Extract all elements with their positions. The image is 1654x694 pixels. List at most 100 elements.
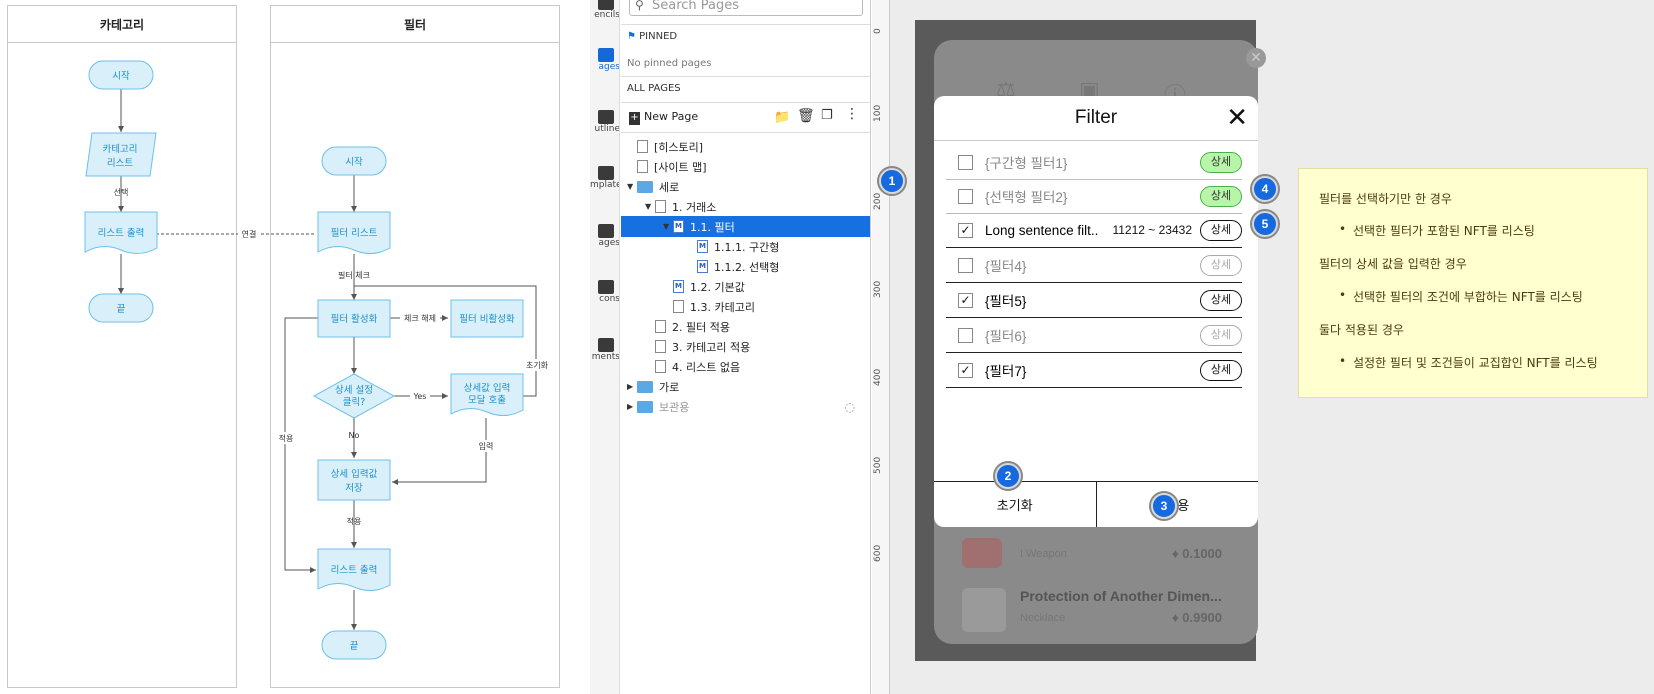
svg-text:연결: 연결: [242, 229, 257, 239]
detail-button[interactable]: 상세: [1200, 151, 1242, 173]
checkbox-unchecked[interactable]: [958, 154, 973, 170]
svg-text:저장: 저장: [345, 483, 363, 494]
filter-row: {필터6} 상세: [946, 318, 1242, 353]
filter-row: {선택형 필터2} 상세: [946, 179, 1242, 214]
expand-down-icon[interactable]: ▼: [645, 202, 655, 211]
node-save: [317, 459, 391, 501]
node-start-left-text: 시작: [112, 71, 130, 82]
svg-text:필터 비활성화: 필터 비활성화: [459, 313, 515, 325]
templates-icon: [598, 166, 614, 180]
search-input[interactable]: Search Pages: [629, 0, 863, 16]
more-icon[interactable]: ⋮: [845, 106, 859, 122]
tree-item[interactable]: ▼ 세로: [621, 176, 870, 197]
filter-label: {구간형 필터1}: [985, 156, 1068, 171]
close-icon[interactable]: ✕: [1226, 102, 1248, 133]
detail-button[interactable]: 상세: [1200, 324, 1242, 346]
tree-item[interactable]: [히스토리]: [621, 136, 870, 157]
svg-text:끝: 끝: [117, 304, 126, 315]
stencils-icon: [598, 0, 614, 10]
checkbox-unchecked[interactable]: [958, 257, 973, 273]
filter-row: {필터4} 상세: [946, 248, 1242, 283]
tree-item[interactable]: M 1.1.2. 선택형: [621, 256, 870, 277]
folder-icon: [637, 180, 653, 193]
all-pages-header: ALL PAGES: [627, 83, 681, 94]
checkbox-unchecked[interactable]: [958, 188, 973, 204]
filter-label: Long sentence filt..: [985, 222, 1099, 238]
expand-down-icon[interactable]: ▼: [627, 182, 637, 191]
tree-item-label: 1. 거래소: [672, 200, 717, 214]
delete-icon[interactable]: 🗑: [797, 108, 815, 124]
svg-text:상세 입력값: 상세 입력값: [331, 468, 378, 480]
svg-text:리스트: 리스트: [107, 158, 133, 169]
detail-button[interactable]: 상세: [1200, 289, 1242, 311]
svg-text:상세 설정: 상세 설정: [335, 385, 373, 396]
master-page-icon: M: [697, 240, 708, 253]
duplicate-icon[interactable]: ❐: [821, 108, 833, 123]
tree-item[interactable]: M 1.1.1. 구간형: [621, 236, 870, 257]
expand-right-icon[interactable]: ▶: [627, 382, 637, 391]
master-page-icon: M: [673, 220, 684, 233]
tree-item-label: 세로: [659, 180, 680, 194]
svg-text:필터 체크: 필터 체크: [338, 270, 370, 280]
filter-label: {필터4}: [985, 259, 1027, 274]
tree-item[interactable]: 3. 카테고리 적용: [621, 336, 870, 357]
hidden-eye-icon[interactable]: ◌: [845, 400, 855, 414]
filter-row: {구간형 필터1} 상세: [946, 145, 1242, 180]
filter-row: ✓ {필터7} 상세: [946, 353, 1242, 388]
tree-item[interactable]: ▶ 보관용 ◌: [621, 396, 870, 417]
reset-button[interactable]: 초기화: [934, 482, 1097, 527]
checkbox-checked[interactable]: ✓: [958, 292, 973, 308]
tool-stencils[interactable]: encils: [590, 0, 619, 20]
tree-item[interactable]: ▼ M 1.1. 필터: [621, 216, 870, 237]
pages-panel: Search Pages ⚲ ⚑ PINNED No pinned pages …: [621, 0, 871, 694]
detail-button[interactable]: 상세: [1200, 219, 1242, 241]
expand-right-icon[interactable]: ▶: [627, 402, 637, 411]
icons-icon: [598, 280, 614, 294]
svg-text:시작: 시작: [345, 157, 363, 168]
tree-item[interactable]: 2. 필터 적용: [621, 316, 870, 337]
checkbox-checked[interactable]: ✓: [958, 222, 973, 238]
pinned-header: ⚑ PINNED: [627, 31, 678, 42]
tree-item[interactable]: 1.3. 카테고리: [621, 296, 870, 317]
tool-images[interactable]: ages: [590, 224, 619, 248]
tree-item-label: 2. 필터 적용: [672, 320, 730, 334]
tool-templates[interactable]: mplates: [590, 166, 619, 190]
item-thumbnail: [962, 588, 1006, 632]
expand-down-icon[interactable]: ▼: [663, 222, 673, 231]
annotation-badge-1: 1: [879, 168, 905, 194]
sticky-note[interactable]: 필터를 선택하기만 한 경우 선택한 필터가 포함된 NFT를 리스팅 필터의 …: [1298, 168, 1648, 398]
modal-footer: 초기화 적용: [934, 481, 1258, 527]
apply-button[interactable]: 적용: [1097, 482, 1259, 527]
tool-icons[interactable]: cons: [590, 280, 619, 304]
tool-comments[interactable]: ments: [590, 338, 619, 362]
tree-item[interactable]: [사이트 맵]: [621, 156, 870, 177]
detail-button[interactable]: 상세: [1200, 254, 1242, 276]
annotation-badge-5: 5: [1252, 211, 1278, 237]
svg-text:상세값 입력: 상세값 입력: [464, 382, 511, 394]
tree-item-label: 1.1. 필터: [690, 220, 735, 234]
modal-title: Filter: [934, 96, 1258, 141]
page-icon: [637, 140, 648, 153]
page-icon: [655, 200, 666, 213]
tree-item[interactable]: 4. 리스트 없음: [621, 356, 870, 377]
page-icon: [673, 300, 684, 313]
detail-button[interactable]: 상세: [1200, 185, 1242, 207]
svg-text:필터 리스트: 필터 리스트: [331, 227, 378, 239]
svg-text:리스트 출력: 리스트 출력: [98, 227, 145, 239]
filter-modal: Filter ✕ {구간형 필터1} 상세 {선택형 필터2} 상세 ✓ Long sen…: [934, 96, 1258, 527]
svg-text:No: No: [349, 431, 360, 440]
tree-item[interactable]: ▶ 가로: [621, 376, 870, 397]
checkbox-unchecked[interactable]: [958, 327, 973, 343]
svg-text:끝: 끝: [350, 641, 359, 652]
tree-item[interactable]: ▼ 1. 거래소: [621, 196, 870, 217]
new-folder-icon[interactable]: 📁: [774, 110, 790, 125]
checkbox-checked[interactable]: ✓: [958, 362, 973, 378]
tree-item[interactable]: M 1.2. 기본값: [621, 276, 870, 297]
tool-outline[interactable]: utline: [590, 110, 619, 134]
node-detail-decision: [312, 373, 396, 419]
svg-text:체크 해제: 체크 해제: [404, 313, 436, 323]
detail-button[interactable]: 상세: [1200, 359, 1242, 381]
search-icon: ⚲: [635, 0, 644, 12]
tool-pages[interactable]: ages: [590, 48, 619, 72]
new-page-button[interactable]: + New Page: [629, 110, 698, 125]
